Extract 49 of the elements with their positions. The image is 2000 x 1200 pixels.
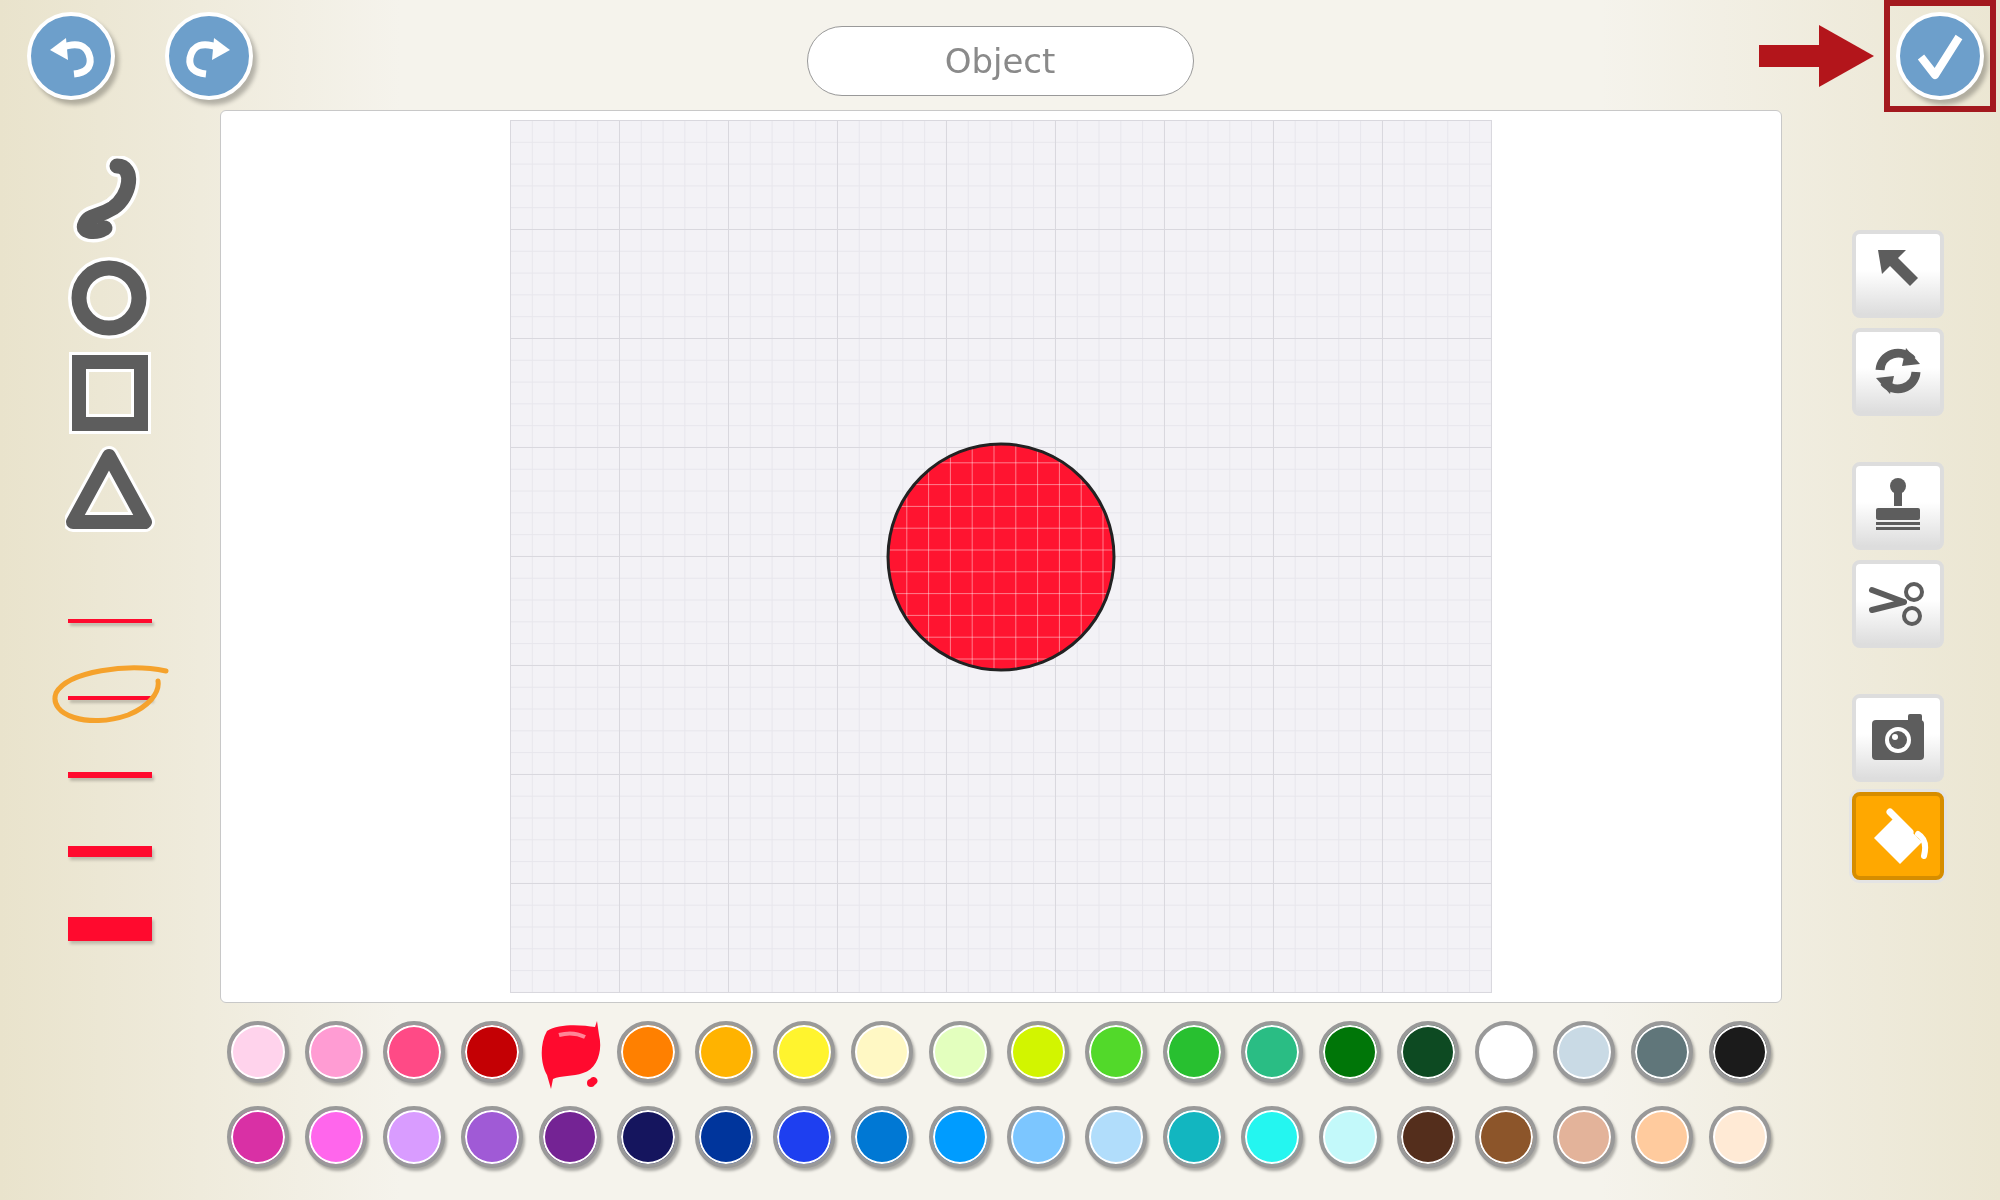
paint-bucket-tool-button[interactable]: [1852, 792, 1944, 880]
drawing-grid[interactable]: [509, 120, 1492, 993]
color-swatch[interactable]: [1709, 1106, 1771, 1168]
color-swatch[interactable]: [773, 1021, 835, 1083]
rotate-tool-button[interactable]: [1852, 328, 1944, 416]
color-swatch[interactable]: [1631, 1106, 1693, 1168]
color-swatch[interactable]: [617, 1021, 679, 1083]
color-swatch[interactable]: [851, 1106, 913, 1168]
color-swatch[interactable]: [1319, 1106, 1381, 1168]
color-swatch[interactable]: [1631, 1021, 1693, 1083]
color-swatch[interactable]: [1241, 1106, 1303, 1168]
color-swatch[interactable]: [1085, 1021, 1147, 1083]
color-swatch[interactable]: [461, 1106, 523, 1168]
color-swatch[interactable]: [1007, 1021, 1069, 1083]
color-swatch[interactable]: [1163, 1021, 1225, 1083]
color-swatch[interactable]: [383, 1106, 445, 1168]
name-field[interactable]: Object: [806, 26, 1194, 96]
color-swatch[interactable]: [695, 1021, 757, 1083]
color-swatch[interactable]: [305, 1106, 367, 1168]
color-swatch[interactable]: [1475, 1021, 1537, 1083]
color-swatch[interactable]: [1397, 1106, 1459, 1168]
color-swatch[interactable]: [1709, 1021, 1771, 1083]
color-swatch[interactable]: [929, 1106, 991, 1168]
color-swatch[interactable]: [383, 1021, 445, 1083]
color-swatch[interactable]: [227, 1021, 289, 1083]
color-swatch[interactable]: [305, 1021, 367, 1083]
color-swatch[interactable]: [1553, 1106, 1615, 1168]
color-swatch[interactable]: [1241, 1021, 1303, 1083]
color-swatch[interactable]: [773, 1106, 835, 1168]
color-swatch[interactable]: [461, 1021, 523, 1083]
color-swatch[interactable]: [851, 1021, 913, 1083]
scissors-tool-button[interactable]: [1852, 560, 1944, 648]
circle-shape[interactable]: [884, 440, 1117, 673]
color-swatch[interactable]: [617, 1106, 679, 1168]
color-swatch[interactable]: [1007, 1106, 1069, 1168]
color-swatch[interactable]: [539, 1106, 601, 1168]
color-swatch[interactable]: [1163, 1106, 1225, 1168]
color-swatch[interactable]: [929, 1021, 991, 1083]
triangle-tool-icon[interactable]: [65, 444, 155, 534]
color-swatch[interactable]: [695, 1106, 757, 1168]
color-swatch[interactable]: [1085, 1106, 1147, 1168]
camera-tool-button[interactable]: [1852, 694, 1944, 782]
color-swatch[interactable]: [1397, 1021, 1459, 1083]
stamp-tool-button[interactable]: [1852, 462, 1944, 550]
pointer-arrow-tool-button[interactable]: [1852, 230, 1944, 318]
color-swatch[interactable]: [1319, 1021, 1381, 1083]
color-swatch[interactable]: [227, 1106, 289, 1168]
color-swatch[interactable]: [1475, 1106, 1537, 1168]
color-swatch[interactable]: [1553, 1021, 1615, 1083]
